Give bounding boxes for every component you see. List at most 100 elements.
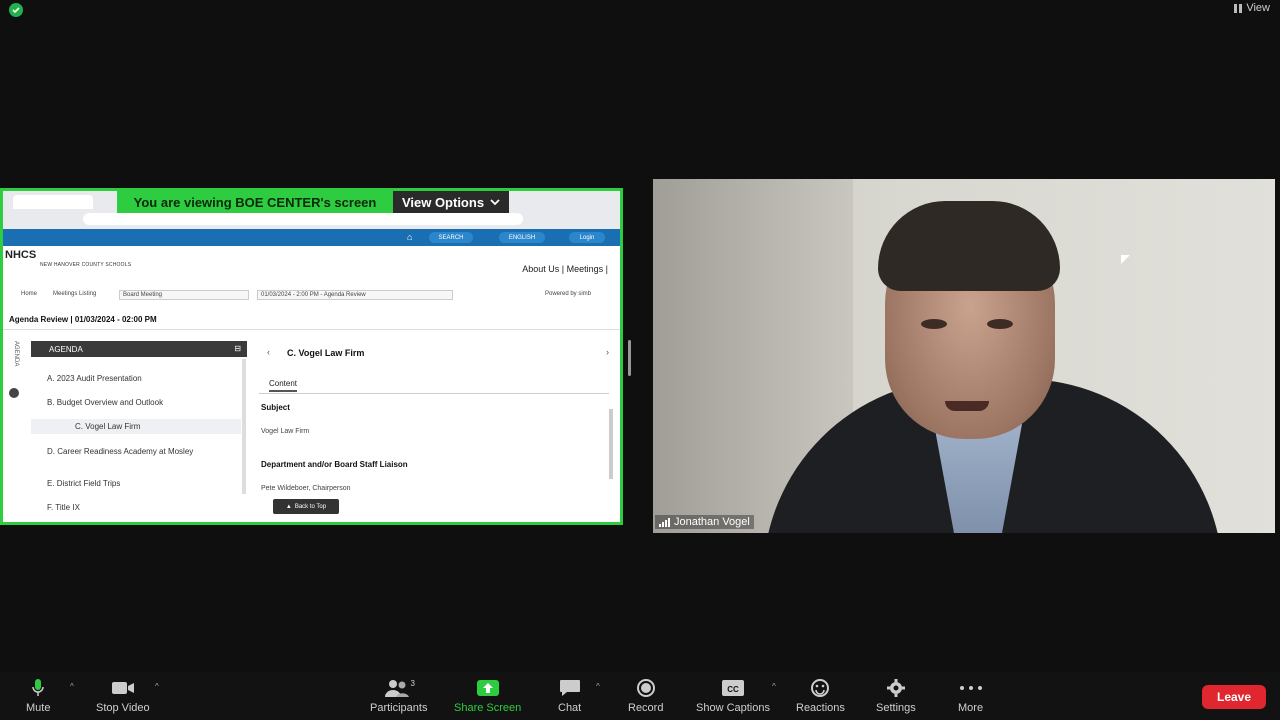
mute-button[interactable]: Mute (26, 678, 50, 714)
agenda-scrollbar[interactable] (242, 359, 246, 494)
participant-hair (878, 201, 1060, 291)
next-item-icon[interactable]: › (606, 347, 609, 357)
chevron-down-icon (490, 198, 500, 205)
side-toggle-icon[interactable] (9, 388, 19, 398)
district-name: NEW HANOVER COUNTY SCHOOLS (40, 262, 132, 268)
chat-icon (559, 678, 581, 698)
agenda-review-title: Agenda Review | 01/03/2024 - 02:00 PM (9, 315, 157, 324)
arrow-up-icon: ▲ (285, 503, 292, 510)
microphone-icon (31, 678, 45, 698)
record-icon (636, 678, 656, 698)
settings-label: Settings (876, 702, 916, 714)
participant-eye (921, 319, 947, 329)
view-label: View (1246, 2, 1270, 14)
about-meetings-links[interactable]: About Us | Meetings | (522, 264, 608, 274)
breadcrumb: Home Meetings Listing Board Meeting 01/0… (3, 289, 620, 302)
chat-button[interactable]: Chat (558, 678, 581, 714)
svg-text:CC: CC (727, 685, 739, 694)
department-value: Pete Wildeboer, Chairperson (261, 485, 351, 492)
back-to-top-label: Back to Top (294, 503, 327, 510)
participant-name: Jonathan Vogel (674, 516, 750, 528)
participants-count: 3 (410, 678, 415, 688)
viewing-banner: You are viewing BOE CENTER's screen (117, 191, 393, 213)
agenda-header: AGENDA ⊟ (31, 341, 247, 357)
collapse-icon[interactable]: ⊟ (234, 344, 241, 353)
participant-eye (987, 319, 1013, 329)
district-logo: NHCS (5, 249, 37, 261)
site-nav-bar: SEARCH ENGLISH Login ⌂ (3, 229, 620, 246)
share-screen-button[interactable]: Share Screen (454, 678, 521, 714)
prev-item-icon[interactable]: ‹ (267, 347, 270, 357)
content-title: C. Vogel Law Firm (287, 348, 365, 358)
share-screen-label: Share Screen (454, 702, 522, 714)
video-camera-icon (111, 678, 135, 698)
tab-underline (259, 393, 609, 394)
site-login-label: Login (579, 234, 595, 241)
crumb-home[interactable]: Home (21, 291, 37, 297)
gear-icon (886, 678, 906, 698)
browser-tab[interactable] (13, 195, 93, 209)
chat-options-chevron-icon[interactable]: ^ (596, 682, 600, 691)
agenda-item-active[interactable]: C. Vogel Law Firm (31, 419, 241, 434)
stop-video-label: Stop Video (96, 702, 150, 714)
chat-label: Chat (558, 702, 582, 714)
panel-resize-handle[interactable] (628, 340, 631, 376)
content-panel: ‹ C. Vogel Law Firm › Content Subject Vo… (259, 341, 619, 521)
divider (3, 329, 620, 330)
site-search-label: SEARCH (438, 234, 464, 241)
view-button[interactable]: View (1234, 2, 1270, 14)
site-english-label: ENGLISH (508, 234, 536, 241)
agenda-item[interactable]: E. District Field Trips (47, 479, 120, 488)
mute-options-chevron-icon[interactable]: ^ (70, 682, 74, 691)
closed-captions-icon: CC (721, 678, 745, 698)
agenda-item[interactable]: B. Budget Overview and Outlook (47, 398, 163, 407)
shared-screen: You are viewing BOE CENTER's screen View… (0, 188, 623, 525)
content-scrollbar[interactable] (609, 409, 613, 479)
site-english-button[interactable]: ENGLISH (499, 232, 545, 243)
show-captions-button[interactable]: CC Show Captions (696, 678, 770, 714)
meeting-type-select[interactable]: Board Meeting (119, 290, 249, 300)
powered-by: Powered by simb (545, 291, 592, 297)
record-button[interactable]: Record (628, 678, 663, 714)
more-button[interactable]: More (958, 678, 983, 714)
agenda-item[interactable]: A. 2023 Audit Presentation (47, 374, 142, 383)
show-captions-label: Show Captions (696, 702, 770, 714)
reactions-label: Reactions (796, 702, 845, 714)
subject-value: Vogel Law Firm (261, 428, 310, 435)
tab-content[interactable]: Content (269, 379, 298, 392)
back-to-top-button[interactable]: ▲ Back to Top (273, 499, 339, 514)
signal-strength-icon (659, 517, 670, 527)
site-login-button[interactable]: Login (569, 232, 605, 243)
agenda-item[interactable]: F. Title IX (47, 503, 80, 512)
video-options-chevron-icon[interactable]: ^ (155, 682, 159, 691)
participant-video[interactable]: Jonathan Vogel (653, 179, 1275, 533)
site-home-icon[interactable]: ⌂ (407, 232, 417, 242)
security-shield-icon[interactable] (9, 3, 23, 17)
participant-name-tag: Jonathan Vogel (655, 515, 754, 529)
browser-url-bar[interactable] (83, 213, 523, 225)
view-grid-icon (1234, 3, 1243, 13)
reactions-smiley-icon (810, 678, 830, 698)
participants-icon: 3 (383, 678, 415, 698)
mute-label: Mute (26, 702, 51, 714)
view-options-label: View Options (401, 194, 485, 210)
settings-button[interactable]: Settings (876, 678, 916, 714)
participants-label: Participants (370, 702, 428, 714)
participants-button[interactable]: 3 Participants (370, 678, 428, 715)
captions-options-chevron-icon[interactable]: ^ (772, 682, 776, 691)
reactions-button[interactable]: Reactions (796, 678, 845, 714)
view-options-button[interactable]: View Options (393, 191, 509, 213)
meeting-date-select[interactable]: 01/03/2024 - 2:00 PM - Agenda Review (257, 290, 453, 300)
stop-video-button[interactable]: Stop Video (96, 678, 150, 714)
participant-mouth (945, 401, 989, 411)
meeting-toolbar: Mute ^ Stop Video ^ 3 Participants Share… (0, 672, 1280, 720)
site-search-button[interactable]: SEARCH (429, 232, 473, 243)
mouse-cursor-icon (1121, 255, 1130, 264)
more-dots-icon (959, 678, 983, 698)
more-label: More (958, 702, 984, 714)
crumb-meetings-listing[interactable]: Meetings Listing (53, 291, 96, 297)
agenda-item[interactable]: D. Career Readiness Academy at Mosley (47, 447, 193, 456)
leave-button[interactable]: Leave (1202, 685, 1266, 709)
agenda-header-label: AGENDA (49, 344, 83, 354)
subject-label: Subject (261, 403, 290, 412)
